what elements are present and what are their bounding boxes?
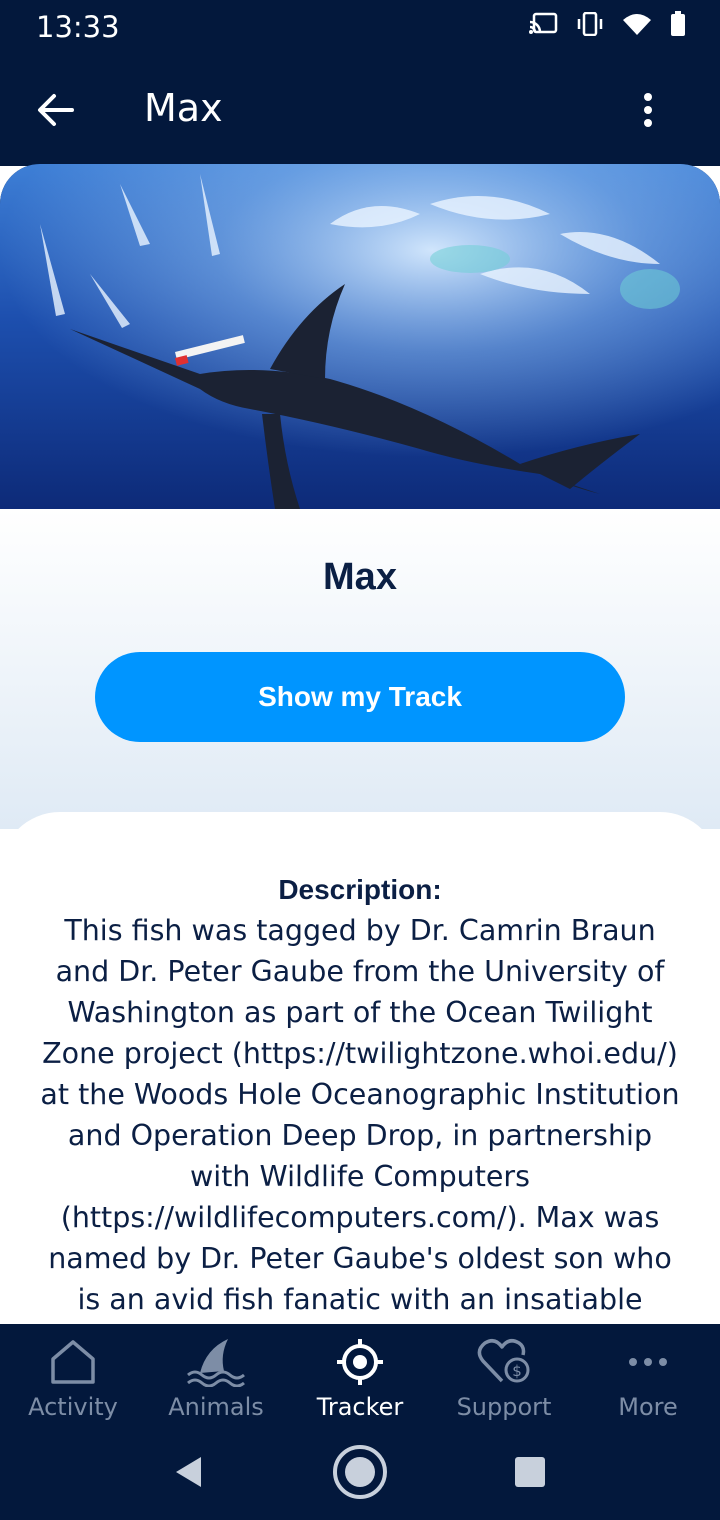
nav-label-tracker: Tracker: [316, 1393, 404, 1421]
more-horiz-icon: [629, 1358, 667, 1366]
system-recents-button[interactable]: [512, 1440, 548, 1504]
shark-fin-icon: [187, 1339, 245, 1387]
back-arrow-icon: [38, 94, 74, 126]
status-icons: [528, 11, 686, 42]
app-bar-title: Max: [144, 86, 223, 130]
back-triangle-icon: [176, 1457, 201, 1487]
description-heading: Description:: [278, 874, 442, 905]
bottom-navigation: Activity Animals Tracker $ Support More: [0, 1324, 720, 1520]
wifi-icon: [622, 12, 652, 41]
app-bar: Max: [0, 54, 720, 166]
nav-item-activity[interactable]: Activity: [1, 1324, 145, 1434]
description-body: This fish was tagged by Dr. Camrin Braun…: [40, 914, 680, 1332]
nav-label-more: More: [618, 1393, 678, 1421]
battery-icon: [670, 11, 686, 42]
description-card: Description: This fish was tagged by Dr.…: [0, 812, 720, 1332]
hero-image: [0, 164, 720, 509]
home-circle-icon: [333, 1445, 387, 1499]
system-home-button[interactable]: [330, 1440, 390, 1504]
cast-icon: [528, 12, 558, 41]
heart-dollar-icon: $: [477, 1339, 530, 1383]
crosshair-icon: [337, 1339, 383, 1385]
animal-name: Max: [323, 556, 397, 598]
status-bar: 13:33: [0, 0, 720, 54]
status-time: 13:33: [36, 10, 120, 44]
nav-label-animals: Animals: [168, 1393, 264, 1421]
nav-label-activity: Activity: [28, 1393, 118, 1421]
overflow-menu-button[interactable]: [628, 86, 668, 134]
nav-item-support[interactable]: $ Support: [432, 1324, 576, 1434]
back-button[interactable]: [30, 84, 82, 136]
system-back-button[interactable]: [168, 1440, 208, 1504]
nav-item-more[interactable]: More: [576, 1324, 720, 1434]
svg-text:$: $: [512, 1362, 522, 1380]
home-icon: [51, 1340, 95, 1384]
more-vert-icon: [644, 93, 652, 127]
nav-label-support: Support: [456, 1393, 552, 1421]
recents-square-icon: [515, 1457, 545, 1487]
vibrate-icon: [576, 11, 604, 41]
show-track-button[interactable]: Show my Track: [95, 652, 625, 742]
nav-item-animals[interactable]: Animals: [144, 1324, 288, 1434]
nav-item-tracker[interactable]: Tracker: [288, 1324, 432, 1434]
